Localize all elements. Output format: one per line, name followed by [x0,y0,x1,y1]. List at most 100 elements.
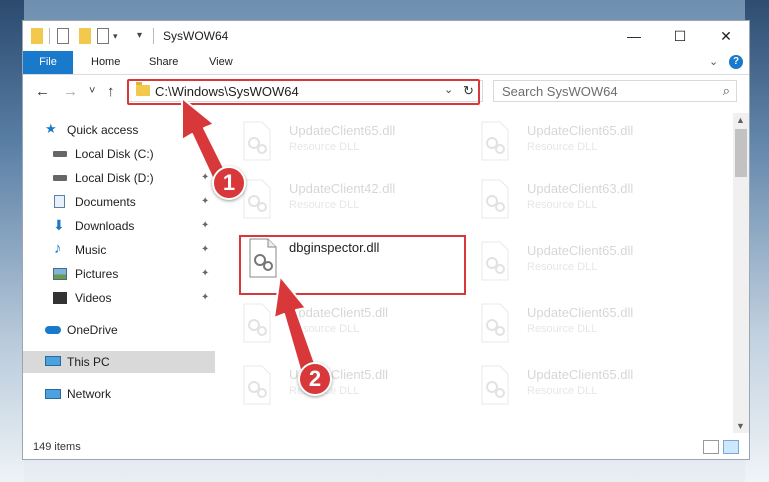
network-icon [45,389,61,399]
file-item[interactable]: UpdateClient63.dll Resource DLL [461,177,693,229]
sidebar-item-label: Music [75,243,107,257]
file-item[interactable]: UpdateClient5.dll Resource DLL [223,363,455,415]
tab-share[interactable]: Share [149,51,178,74]
music-icon: ♪ [54,240,62,257]
file-name: UpdateClient65.dll [527,305,634,320]
sidebar-item-label: Downloads [75,219,135,233]
documents-icon [54,195,65,208]
file-item[interactable]: UpdateClient65.dll Resource DLL [461,119,693,171]
sidebar-item-label: This PC [67,355,110,369]
file-item[interactable]: UpdateClient65.dll Resource DLL [223,119,455,171]
sidebar-item-label: Local Disk (C:) [75,147,154,161]
chevron-down-icon[interactable]: ▾ [137,28,142,44]
step-2-badge: 2 [298,362,332,396]
search-box[interactable]: Search SysWOW64 ⌕ [493,80,737,102]
dll-file-icon [481,179,509,219]
sidebar-item-videos[interactable]: Videos ✦ [23,287,215,309]
scroll-thumb[interactable] [735,129,747,177]
dll-file-icon [481,303,509,343]
sidebar-item-label: Network [67,387,112,401]
file-name: UpdateClient65.dll [527,367,634,382]
sidebar-item-pictures[interactable]: Pictures ✦ [23,263,215,285]
file-type: Resource DLL [527,199,598,211]
title-bar: ▾ ▾ SysWOW64 — ☐ ✕ [23,21,749,51]
file-name: UpdateClient65.dll [527,123,634,138]
recent-locations-button[interactable]: ˅ [89,85,95,97]
file-type: Resource DLL [527,323,598,335]
vertical-scrollbar[interactable]: ▲ ▼ [733,113,749,433]
file-name: UpdateClient65.dll [289,123,396,138]
file-item[interactable]: UpdateClient65.dll Resource DLL [461,301,693,353]
sidebar-item-network[interactable]: Network [23,383,215,405]
file-item[interactable]: UpdateClient5.dll Resource DLL [223,301,455,353]
sidebar-item-onedrive[interactable]: OneDrive [23,319,215,341]
downloads-icon: ⬇ [53,217,65,233]
sidebar-item-label: Documents [75,195,136,209]
window-title: SysWOW64 [163,29,229,43]
pin-icon[interactable]: ✦ [201,263,209,285]
details-view-icon[interactable] [703,440,719,454]
pin-icon[interactable]: ✦ [201,215,209,237]
star-icon: ★ [45,121,57,136]
sidebar-item-label: OneDrive [67,323,118,337]
status-bar: 149 items [23,435,749,459]
maximize-button[interactable]: ☐ [657,21,703,51]
item-count: 149 items [33,441,81,453]
file-type: Resource DLL [527,261,598,273]
expand-ribbon-icon[interactable]: ⌄ [709,55,718,68]
ribbon: File Home Share View ⌄ ? [23,51,749,75]
pictures-icon [53,268,67,280]
separator [49,28,50,44]
back-button[interactable]: ← [35,83,50,100]
sidebar-item-label: Local Disk (D:) [75,171,154,185]
drive-icon [53,151,67,157]
quick-access-dropdown-icon[interactable]: ▾ [113,28,118,44]
customize-toolbar-icon[interactable] [97,28,109,44]
tab-home[interactable]: Home [91,51,120,74]
sidebar-item-this-pc[interactable]: This PC [23,351,215,373]
search-icon: ⌕ [722,83,730,98]
sidebar-item-label: Quick access [67,123,139,137]
cloud-icon [45,326,61,334]
sidebar-item-label: Videos [75,291,112,305]
file-name: UpdateClient65.dll [527,243,634,258]
file-item[interactable]: UpdateClient65.dll Resource DLL [461,239,693,291]
file-item[interactable]: UpdateClient65.dll Resource DLL [461,363,693,415]
separator [153,28,154,44]
tab-view[interactable]: View [209,51,233,74]
sidebar-item-downloads[interactable]: ⬇ Downloads ✦ [23,215,215,237]
file-type: Resource DLL [527,385,598,397]
file-name: UpdateClient42.dll [289,181,396,196]
scroll-down-icon[interactable]: ▼ [736,421,745,431]
sidebar-item-music[interactable]: ♪ Music ✦ [23,239,215,261]
properties-icon[interactable] [57,28,69,44]
videos-icon [53,292,67,304]
dll-file-icon [481,241,509,281]
file-item[interactable]: UpdateClient42.dll Resource DLL [223,177,455,229]
folder-icon [31,28,43,44]
navigation-bar: ← → ˅ ↑ C:\Windows\SysWOW64 ⌄ ↻ Search S… [23,75,749,109]
sidebar-item-label: Pictures [75,267,119,281]
file-type: Resource DLL [289,199,360,211]
dll-file-icon [481,121,509,161]
dll-file-icon [481,365,509,405]
pin-icon[interactable]: ✦ [201,239,209,261]
desktop-wallpaper-left [0,0,24,482]
file-tab[interactable]: File [23,51,73,74]
scroll-up-icon[interactable]: ▲ [736,115,745,125]
large-icons-view-icon[interactable] [723,440,739,454]
forward-button[interactable]: → [63,83,78,100]
computer-icon [45,356,61,366]
minimize-button[interactable]: — [611,21,657,51]
new-folder-icon[interactable] [79,28,91,44]
search-input[interactable]: Search SysWOW64 [502,84,618,99]
file-type: Resource DLL [527,141,598,153]
help-icon[interactable]: ? [729,55,743,69]
close-button[interactable]: ✕ [703,21,749,51]
drive-icon [53,175,67,181]
step-1-badge: 1 [212,166,246,200]
file-type: Resource DLL [289,141,360,153]
pin-icon[interactable]: ✦ [201,287,209,309]
up-button[interactable]: ↑ [107,83,115,100]
file-name: UpdateClient63.dll [527,181,634,196]
